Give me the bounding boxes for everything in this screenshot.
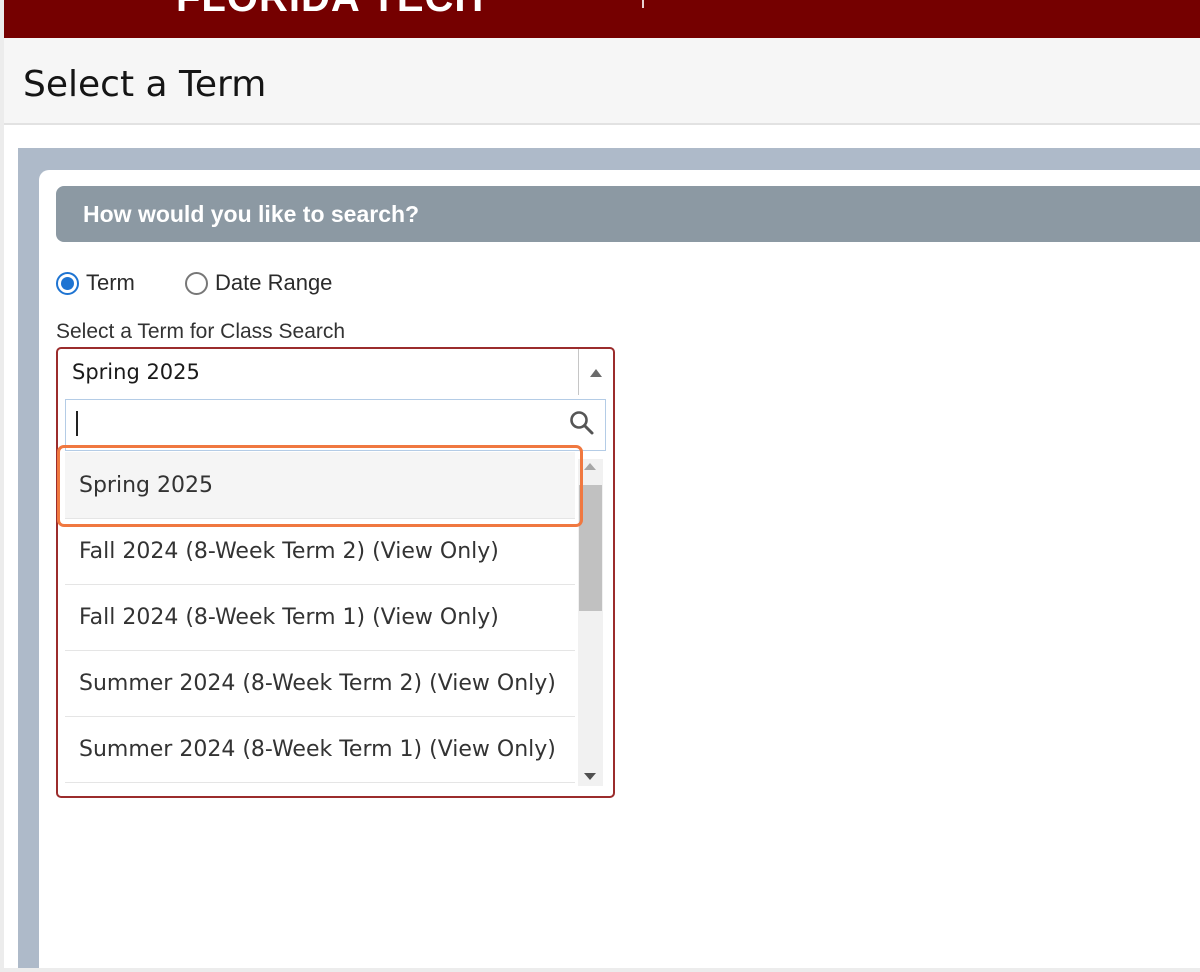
- scroll-down-arrow-icon[interactable]: [584, 773, 596, 780]
- banner-divider: [642, 0, 644, 8]
- term-radio[interactable]: [56, 272, 79, 295]
- content-panel: How would you like to search? Term Date …: [18, 148, 1200, 968]
- text-caret: [76, 411, 78, 436]
- options-scrollbar[interactable]: [578, 459, 603, 786]
- term-radio-label[interactable]: Term: [86, 270, 135, 296]
- term-search-input[interactable]: [65, 399, 606, 451]
- term-option[interactable]: Fall 2024 (8-Week Term 1) (View Only): [65, 585, 575, 651]
- title-bar: Select a Term: [4, 38, 1200, 125]
- term-option[interactable]: Summer 2024 (8-Week Term 1) (View Only): [65, 717, 575, 783]
- term-select-dropdown[interactable]: Spring 2025 Spring 2025 Fall 2024 (8-Wee…: [56, 347, 615, 798]
- search-icon: [570, 411, 594, 435]
- scrollbar-thumb[interactable]: [579, 485, 602, 611]
- date-range-radio-label[interactable]: Date Range: [215, 270, 332, 296]
- term-option[interactable]: Summer 2024 (8-Week Term 2) (View Only): [65, 651, 575, 717]
- university-logo[interactable]: FLORIDA TECH: [176, 0, 484, 21]
- term-options-list: Spring 2025 Fall 2024 (8-Week Term 2) (V…: [65, 452, 575, 784]
- scroll-up-arrow-icon[interactable]: [584, 463, 596, 470]
- term-option[interactable]: Fall 2024 (8-Week Term 2) (View Only): [65, 519, 575, 585]
- chevron-up-icon[interactable]: [578, 349, 613, 395]
- date-range-radio[interactable]: [185, 272, 208, 295]
- page-title: Select a Term: [23, 64, 267, 105]
- top-banner: FLORIDA TECH: [4, 0, 1200, 38]
- search-method-heading: How would you like to search?: [83, 201, 420, 227]
- search-method-header: How would you like to search?: [56, 186, 1200, 242]
- search-form-panel: How would you like to search? Term Date …: [39, 170, 1200, 968]
- term-select-value[interactable]: Spring 2025: [72, 360, 200, 384]
- term-select-label: Select a Term for Class Search: [56, 320, 346, 343]
- app-frame: FLORIDA TECH Select a Term How would you…: [4, 0, 1200, 968]
- term-option[interactable]: Spring 2025: [65, 452, 575, 519]
